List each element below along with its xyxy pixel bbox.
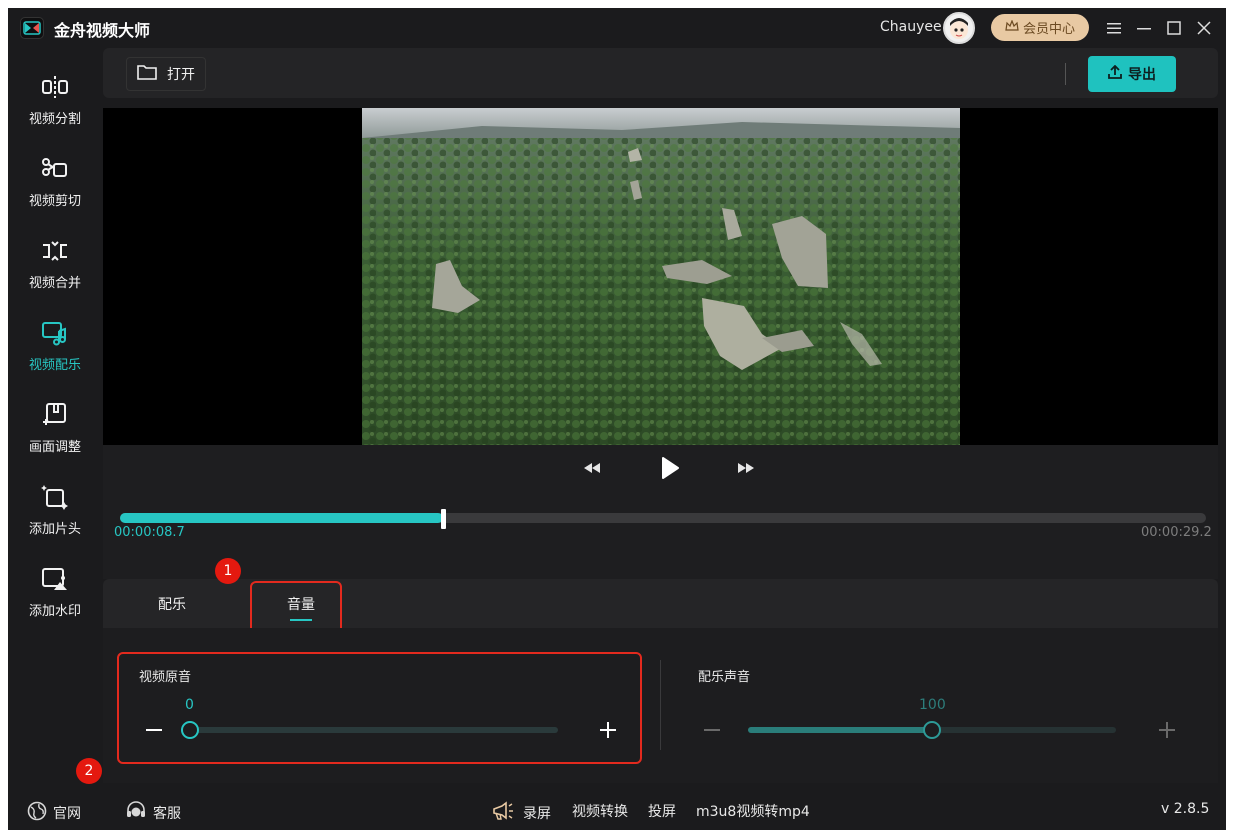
sidebar-item-label: 添加水印 <box>28 604 81 619</box>
scissors-icon <box>40 154 70 184</box>
original-volume-increase-button[interactable] <box>599 718 617 746</box>
open-label: 打开 <box>167 67 195 83</box>
sidebar-item-split[interactable]: 视频分割 <box>8 66 102 146</box>
annotation-badge-1: 1 <box>215 558 241 584</box>
rewind-icon[interactable] <box>581 457 603 479</box>
minimize-icon[interactable] <box>1133 17 1155 39</box>
original-audio-label: 视频原音 <box>139 670 192 685</box>
cast-link[interactable]: 投屏 <box>648 801 676 821</box>
video-frame <box>362 108 960 445</box>
folder-icon <box>137 64 157 84</box>
upload-icon <box>1108 64 1122 83</box>
sidebar-item-music[interactable]: 视频配乐 <box>8 312 102 392</box>
support-link[interactable]: 客服 <box>125 801 181 825</box>
support-label: 客服 <box>153 806 181 822</box>
m3u8-convert-link[interactable]: m3u8视频转mp4 <box>696 801 810 821</box>
export-button[interactable]: 导出 <box>1088 56 1176 92</box>
original-audio-value: 0 <box>185 697 194 713</box>
original-volume-thumb[interactable] <box>181 721 199 739</box>
sidebar-item-label: 视频分割 <box>28 112 81 127</box>
user-name[interactable]: Chauyee <box>880 19 942 35</box>
video-convert-link[interactable]: 视频转换 <box>572 801 628 821</box>
toolbar: 打开 导出 <box>103 48 1218 98</box>
export-label: 导出 <box>1128 67 1156 83</box>
app-window: 金舟视频大师 Chauyee 会员中心 视频分割 视频剪切 视频合并 视频配乐 … <box>8 8 1226 830</box>
original-volume-decrease-button[interactable] <box>145 718 163 746</box>
sidebar-item-watermark[interactable]: 添加水印 <box>8 558 102 638</box>
player-controls <box>103 445 1218 579</box>
play-icon[interactable] <box>658 457 682 479</box>
tab-music-label: 配乐 <box>158 596 186 613</box>
app-logo-icon <box>20 17 44 39</box>
sidebar-item-merge[interactable]: 视频合并 <box>8 230 102 310</box>
music-icon <box>40 318 70 348</box>
open-button[interactable]: 打开 <box>126 57 206 91</box>
tab-music[interactable]: 配乐 <box>129 579 215 628</box>
vip-label: 会员中心 <box>1022 22 1075 37</box>
headset-icon <box>125 801 147 825</box>
sidebar: 视频分割 视频剪切 视频合并 视频配乐 画面调整 添加片头 添加水印 <box>8 48 102 788</box>
maximize-icon[interactable] <box>1163 17 1185 39</box>
menu-icon[interactable] <box>1103 17 1125 39</box>
merge-icon <box>40 236 70 266</box>
original-volume-slider[interactable] <box>181 721 558 739</box>
toolbar-divider <box>1065 63 1066 85</box>
music-volume-increase-button[interactable] <box>1158 718 1176 746</box>
crown-icon <box>1005 18 1019 36</box>
avatar[interactable] <box>943 12 975 44</box>
sidebar-item-label: 画面调整 <box>28 440 81 455</box>
music-volume-slider[interactable] <box>748 721 1116 739</box>
app-title: 金舟视频大师 <box>54 21 151 40</box>
sidebar-item-label: 视频剪切 <box>28 194 81 209</box>
current-time: 00:00:08.7 <box>114 525 185 540</box>
sidebar-item-intro[interactable]: 添加片头 <box>8 476 102 556</box>
original-audio-highlight-box <box>117 652 642 764</box>
title-bar: 金舟视频大师 Chauyee 会员中心 <box>8 8 1226 48</box>
sidebar-item-label: 添加片头 <box>28 522 81 537</box>
intro-icon <box>40 482 70 512</box>
progress-handle[interactable] <box>440 509 446 529</box>
music-volume-fill <box>748 727 932 733</box>
video-player[interactable] <box>103 108 1218 445</box>
music-audio-label: 配乐声音 <box>698 670 751 685</box>
sidebar-item-adjust[interactable]: 画面调整 <box>8 394 102 474</box>
megaphone-icon <box>492 801 514 825</box>
globe-icon <box>27 801 47 825</box>
fast-forward-icon[interactable] <box>735 457 757 479</box>
music-volume-thumb[interactable] <box>923 721 941 739</box>
tab-highlight-box <box>250 581 342 635</box>
sidebar-item-label: 视频合并 <box>28 276 81 291</box>
annotation-badge-2: 2 <box>76 758 102 784</box>
status-bar: 官网 客服 录屏 视频转换 投屏 m3u8视频转mp4 v 2.8.5 <box>8 790 1226 830</box>
website-link[interactable]: 官网 <box>27 801 81 825</box>
music-volume-decrease-button[interactable] <box>703 718 721 746</box>
sidebar-item-cut[interactable]: 视频剪切 <box>8 148 102 228</box>
vip-center-button[interactable]: 会员中心 <box>991 14 1089 41</box>
music-audio-value: 100 <box>919 697 946 713</box>
close-icon[interactable] <box>1193 17 1215 39</box>
split-icon <box>40 72 70 102</box>
record-label: 录屏 <box>523 806 551 822</box>
version-label: v 2.8.5 <box>1161 801 1210 817</box>
website-label: 官网 <box>53 806 81 822</box>
watermark-icon <box>40 564 70 594</box>
crop-icon <box>40 400 70 430</box>
volume-divider <box>660 660 661 750</box>
progress-bar[interactable] <box>120 509 1206 529</box>
total-time: 00:00:29.2 <box>1141 525 1212 540</box>
record-link[interactable]: 录屏 <box>492 801 551 825</box>
progress-fill <box>120 513 443 523</box>
sidebar-item-label: 视频配乐 <box>28 358 81 373</box>
